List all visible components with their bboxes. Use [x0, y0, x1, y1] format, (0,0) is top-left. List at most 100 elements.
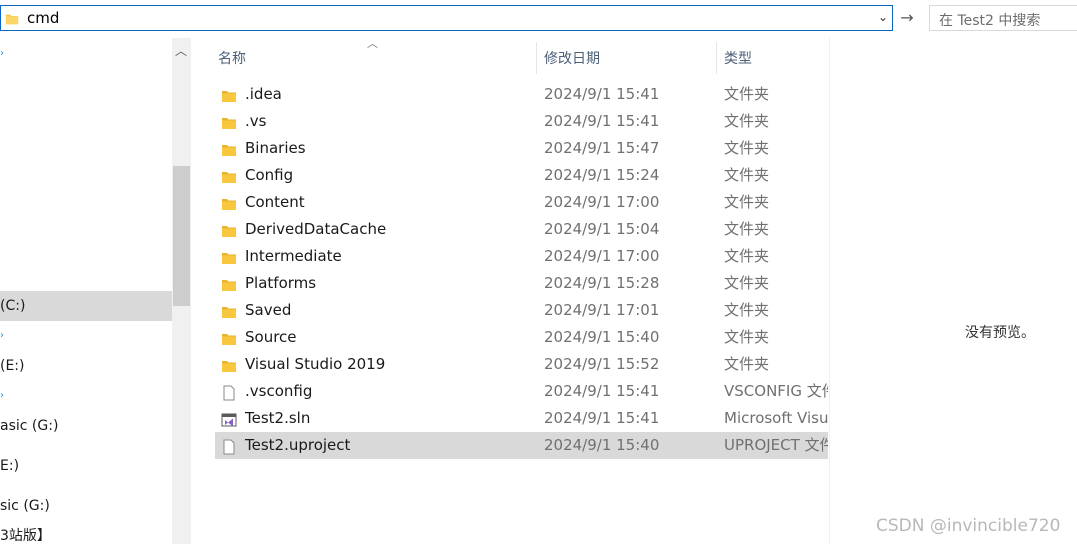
search-box[interactable]: 在 Test2 中搜索: [929, 5, 1077, 31]
file-row[interactable]: Source 2024/9/1 15:40 文件夹: [215, 324, 828, 351]
navigation-pane: › (C:) › (E:) › asic (G:) E:) sic (G:) 3…: [0, 38, 172, 544]
file-type: 文件夹: [724, 193, 770, 211]
sort-ascending-icon: ︿: [367, 37, 378, 50]
file-type: 文件夹: [724, 301, 770, 319]
file-date: 2024/9/1 17:01: [544, 301, 660, 319]
file-type: 文件夹: [724, 139, 770, 157]
folder-icon: [221, 113, 237, 129]
column-header-name[interactable]: 名称: [218, 48, 246, 68]
address-path[interactable]: cmd: [27, 9, 59, 27]
file-date: 2024/9/1 15:41: [544, 85, 660, 103]
file-type: 文件夹: [724, 274, 770, 292]
sln-icon: [221, 410, 237, 427]
file-icon: [221, 383, 237, 401]
file-row[interactable]: Binaries 2024/9/1 15:47 文件夹: [215, 135, 828, 162]
file-name: .vsconfig: [245, 382, 313, 400]
folder-icon: [221, 356, 237, 372]
folder-icon: [221, 329, 237, 345]
file-row[interactable]: .vs 2024/9/1 15:41 文件夹: [215, 108, 828, 135]
file-type: 文件夹: [724, 247, 770, 265]
file-row[interactable]: Saved 2024/9/1 17:01 文件夹: [215, 297, 828, 324]
folder-icon: [221, 86, 237, 102]
file-row[interactable]: Content 2024/9/1 17:00 文件夹: [215, 189, 828, 216]
file-date: 2024/9/1 15:47: [544, 139, 660, 157]
file-date: 2024/9/1 15:41: [544, 382, 660, 400]
file-name: .idea: [245, 85, 282, 103]
search-placeholder: 在 Test2 中搜索: [939, 13, 1041, 29]
folder-icon: [5, 11, 19, 30]
address-bar[interactable]: cmd ⌄: [0, 5, 893, 31]
file-type: 文件夹: [724, 166, 770, 184]
folder-icon: [221, 248, 237, 264]
folder-icon: [221, 140, 237, 156]
column-header-date[interactable]: 修改日期: [544, 48, 600, 68]
nav-scrollbar[interactable]: ︿: [172, 38, 191, 544]
arrow-right-icon[interactable]: →: [897, 8, 917, 28]
file-row[interactable]: Test2.sln 2024/9/1 15:41 Microsoft Visual …: [215, 405, 828, 432]
chevron-down-icon[interactable]: ⌄: [878, 10, 888, 24]
file-date: 2024/9/1 17:00: [544, 193, 660, 211]
file-row[interactable]: Intermediate 2024/9/1 17:00 文件夹: [215, 243, 828, 270]
file-name: Test2.uproject: [245, 436, 351, 454]
tree-expand-icon[interactable]: ›: [0, 48, 4, 59]
file-date: 2024/9/1 15:41: [544, 409, 660, 427]
scrollbar-thumb[interactable]: [173, 166, 190, 306]
nav-item-drive-c[interactable]: (C:): [0, 291, 172, 321]
column-divider[interactable]: [536, 42, 537, 74]
nav-item-drive-e-2[interactable]: E:): [0, 451, 172, 481]
preview-pane: 没有预览。: [829, 38, 1077, 544]
file-type: 文件夹: [724, 220, 770, 238]
file-type: 文件夹: [724, 328, 770, 346]
no-preview-message: 没有预览。: [965, 325, 1035, 341]
column-divider[interactable]: [716, 42, 717, 74]
file-list: ︿ 名称 修改日期 类型 .idea 2024/9/1 15:41 文件夹 .vs 20…: [192, 37, 828, 544]
nav-item-drive-g[interactable]: asic (G:): [0, 411, 172, 441]
file-type: 文件夹: [724, 85, 770, 103]
watermark: CSDN @invincible720: [876, 516, 1061, 536]
file-date: 2024/9/1 15:40: [544, 436, 660, 454]
file-name: Test2.sln: [245, 409, 311, 427]
column-header-type[interactable]: 类型: [724, 48, 752, 68]
file-date: 2024/9/1 15:24: [544, 166, 660, 184]
file-date: 2024/9/1 15:28: [544, 274, 660, 292]
nav-item-drive-g-2[interactable]: sic (G:): [0, 491, 172, 521]
file-type: VSCONFIG 文件: [724, 382, 828, 400]
nav-item-drive-e[interactable]: (E:): [0, 351, 172, 381]
file-date: 2024/9/1 15:52: [544, 355, 660, 373]
file-icon: [221, 437, 237, 455]
file-name: .vs: [245, 112, 267, 130]
file-type: UPROJECT 文件: [724, 436, 828, 454]
file-date: 2024/9/1 15:04: [544, 220, 660, 238]
file-type: 文件夹: [724, 112, 770, 130]
folder-icon: [221, 194, 237, 210]
file-date: 2024/9/1 15:41: [544, 112, 660, 130]
folder-icon: [221, 302, 237, 318]
folder-icon: [221, 221, 237, 237]
folder-icon: [221, 275, 237, 291]
file-row[interactable]: .idea 2024/9/1 15:41 文件夹: [215, 81, 828, 108]
file-name: Platforms: [245, 274, 317, 292]
file-name: Config: [245, 166, 294, 184]
tree-expand-icon[interactable]: ›: [0, 390, 4, 401]
file-row[interactable]: Platforms 2024/9/1 15:28 文件夹: [215, 270, 828, 297]
file-row[interactable]: Config 2024/9/1 15:24 文件夹: [215, 162, 828, 189]
scroll-up-icon[interactable]: ︿: [175, 42, 187, 59]
file-name: Intermediate: [245, 247, 342, 265]
file-name: Source: [245, 328, 297, 346]
file-row[interactable]: DerivedDataCache 2024/9/1 15:04 文件夹: [215, 216, 828, 243]
file-type: Microsoft Visual Studio Solution: [724, 409, 828, 427]
file-row[interactable]: Visual Studio 2019 2024/9/1 15:52 文件夹: [215, 351, 828, 378]
file-name: Content: [245, 193, 305, 211]
file-name: DerivedDataCache: [245, 220, 387, 238]
file-date: 2024/9/1 15:40: [544, 328, 660, 346]
file-type: 文件夹: [724, 355, 770, 373]
file-name: Visual Studio 2019: [245, 355, 386, 373]
folder-icon: [221, 167, 237, 183]
file-name: Saved: [245, 301, 292, 319]
file-name: Binaries: [245, 139, 306, 157]
file-row[interactable]: Test2.uproject 2024/9/1 15:40 UPROJECT 文件: [215, 432, 828, 459]
file-row[interactable]: .vsconfig 2024/9/1 15:41 VSCONFIG 文件: [215, 378, 828, 405]
file-date: 2024/9/1 17:00: [544, 247, 660, 265]
tree-expand-icon[interactable]: ›: [0, 330, 4, 341]
nav-item-site-edition[interactable]: 3站版】: [0, 521, 172, 551]
